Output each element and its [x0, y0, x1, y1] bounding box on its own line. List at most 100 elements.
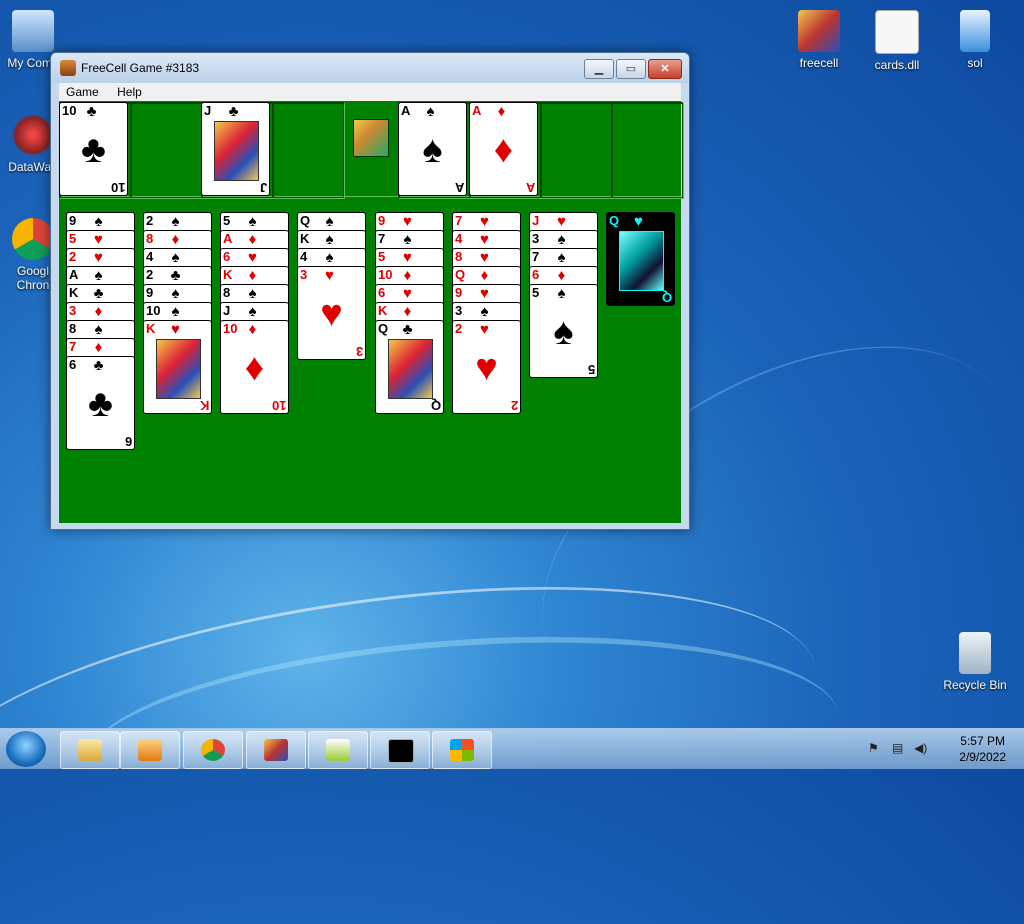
card-rank: 5 [587, 362, 595, 377]
card-suit-icon: ♥ [325, 267, 338, 284]
desktop-icon-cards-dll[interactable]: cards.dll [860, 10, 934, 72]
card[interactable]: A ♦ ♦ A [469, 102, 538, 196]
card[interactable]: Q ♣ Q [375, 320, 444, 414]
desktop-icon-label: Recycle Bin [943, 678, 1007, 692]
card-rank: Q [378, 321, 389, 336]
card[interactable]: 5 ♠ ♠ 5 [529, 284, 598, 378]
card-suit-icon: ♦ [493, 129, 514, 171]
card-suit-icon: ♦ [171, 231, 184, 248]
card-rank: 7 [455, 213, 463, 228]
card-rank: K [69, 285, 79, 300]
card-rank: 6 [532, 267, 540, 282]
card-rank: 3 [300, 267, 308, 282]
card-rank: 6 [124, 434, 132, 449]
card-suit-icon: ♥ [557, 213, 570, 230]
card-suit-icon: ♠ [171, 303, 184, 320]
free-cell[interactable] [272, 102, 344, 198]
foundation-slot[interactable] [540, 102, 612, 198]
free-cell[interactable] [130, 102, 202, 198]
desktop-icon-sol[interactable]: sol [938, 10, 1012, 70]
card-rank: 5 [532, 285, 540, 300]
recycle-bin-icon [959, 632, 991, 674]
card-suit-icon: ♠ [248, 303, 261, 320]
card-rank: 6 [378, 285, 386, 300]
clock[interactable]: 5:57 PM 2/9/2022 [959, 733, 1006, 765]
card-suit-icon: ♥ [248, 249, 261, 266]
face-card-art [156, 339, 201, 399]
freecell-app-icon [60, 60, 76, 76]
card-rank: 3 [532, 231, 540, 246]
face-card-art [619, 231, 664, 291]
card[interactable]: 2 ♥ ♥ 2 [452, 320, 521, 414]
card-suit-icon: ♥ [480, 231, 493, 248]
card[interactable]: 6 ♣ ♣ 6 [66, 356, 135, 450]
maximize-icon: ▭ [625, 63, 637, 75]
card-suit-icon: ♣ [93, 357, 108, 374]
taskbar-chrome[interactable] [183, 731, 243, 769]
card[interactable]: 3 ♥ ♥ 3 [297, 266, 366, 360]
card[interactable]: A ♠ ♠ A [398, 102, 467, 196]
menu-help[interactable]: Help [110, 83, 149, 101]
face-card-art [388, 339, 433, 399]
taskbar-cmd[interactable] [370, 731, 430, 769]
desktop-icon-label: freecell [799, 56, 839, 70]
taskbar-explorer[interactable] [60, 731, 120, 769]
card[interactable]: 10 ♦ ♦ 10 [220, 320, 289, 414]
desktop-icon-freecell[interactable]: freecell [782, 10, 856, 70]
network-icon[interactable]: ▤ [892, 741, 908, 755]
windows-flag-icon [450, 739, 474, 761]
card-rank: Q [661, 290, 672, 305]
card[interactable]: K ♥ K [143, 320, 212, 414]
volume-icon[interactable]: ◀) [914, 741, 930, 755]
card-rank: 6 [223, 249, 231, 264]
game-board[interactable]: ↑ 10♣♣10J♣JA♠♠AA♦♦A9♠5♥2♥A♠K♣3♦8♠7♦6♣♣62… [59, 101, 683, 523]
foundation-slot[interactable] [611, 102, 683, 198]
clock-time: 5:57 PM [960, 734, 1005, 748]
card-rank: 10 [110, 180, 125, 195]
taskbar-notepad[interactable] [308, 731, 368, 769]
card-suit-icon: ♥ [480, 213, 493, 230]
card-rank: 2 [69, 249, 77, 264]
card-suit-icon: ♠ [403, 231, 416, 248]
taskbar-media-player[interactable] [120, 731, 180, 769]
card[interactable]: 10 ♣ ♣ 10 [59, 102, 128, 196]
card-suit-icon: ♠ [171, 285, 184, 302]
card-suit-icon: ♠ [94, 267, 107, 284]
card-suit-icon: ♠ [422, 129, 443, 171]
taskbar-windows-update[interactable] [432, 731, 492, 769]
card-suit-icon: ♣ [228, 103, 243, 120]
card-suit-icon: ♦ [480, 267, 493, 284]
menu-game[interactable]: Game [59, 83, 106, 101]
action-center-icon[interactable]: ⚑ [868, 741, 884, 755]
start-button[interactable] [6, 731, 46, 767]
console-icon [388, 739, 414, 763]
card-rank: K [199, 398, 209, 413]
title-bar[interactable]: FreeCell Game #3183 ▁ ▭ ✕ [51, 53, 689, 83]
desktop-icon-label: sol [967, 56, 983, 70]
card-rank: A [223, 231, 233, 246]
card-rank: K [223, 267, 233, 282]
card[interactable]: Q ♥ Q [606, 212, 675, 306]
card-rank: A [525, 180, 535, 195]
card-suit-icon: ♥ [475, 347, 498, 389]
maximize-button[interactable]: ▭ [616, 59, 646, 79]
card-rank: K [146, 321, 156, 336]
card-suit-icon: ♣ [81, 129, 106, 171]
card-suit-icon: ♠ [557, 285, 570, 302]
card-rank: J [223, 303, 231, 318]
card-suit-icon: ♦ [557, 267, 570, 284]
card-rank: 9 [378, 213, 386, 228]
desktop-icon-recycle-bin[interactable]: Recycle Bin [938, 632, 1012, 692]
card[interactable]: J ♣ J [201, 102, 270, 196]
taskbar-freecell[interactable] [246, 731, 306, 769]
card-suit-icon: ♥ [171, 321, 184, 338]
card-rank: 9 [69, 213, 77, 228]
card-rank: 6 [69, 357, 77, 372]
close-button[interactable]: ✕ [648, 59, 682, 79]
card-rank: 3 [355, 344, 363, 359]
minimize-button[interactable]: ▁ [584, 59, 614, 79]
card-rank: 2 [455, 321, 463, 336]
card-suit-icon: ♥ [320, 293, 343, 335]
card-rank: Q [430, 398, 441, 413]
card-suit-icon: ♥ [94, 231, 107, 248]
